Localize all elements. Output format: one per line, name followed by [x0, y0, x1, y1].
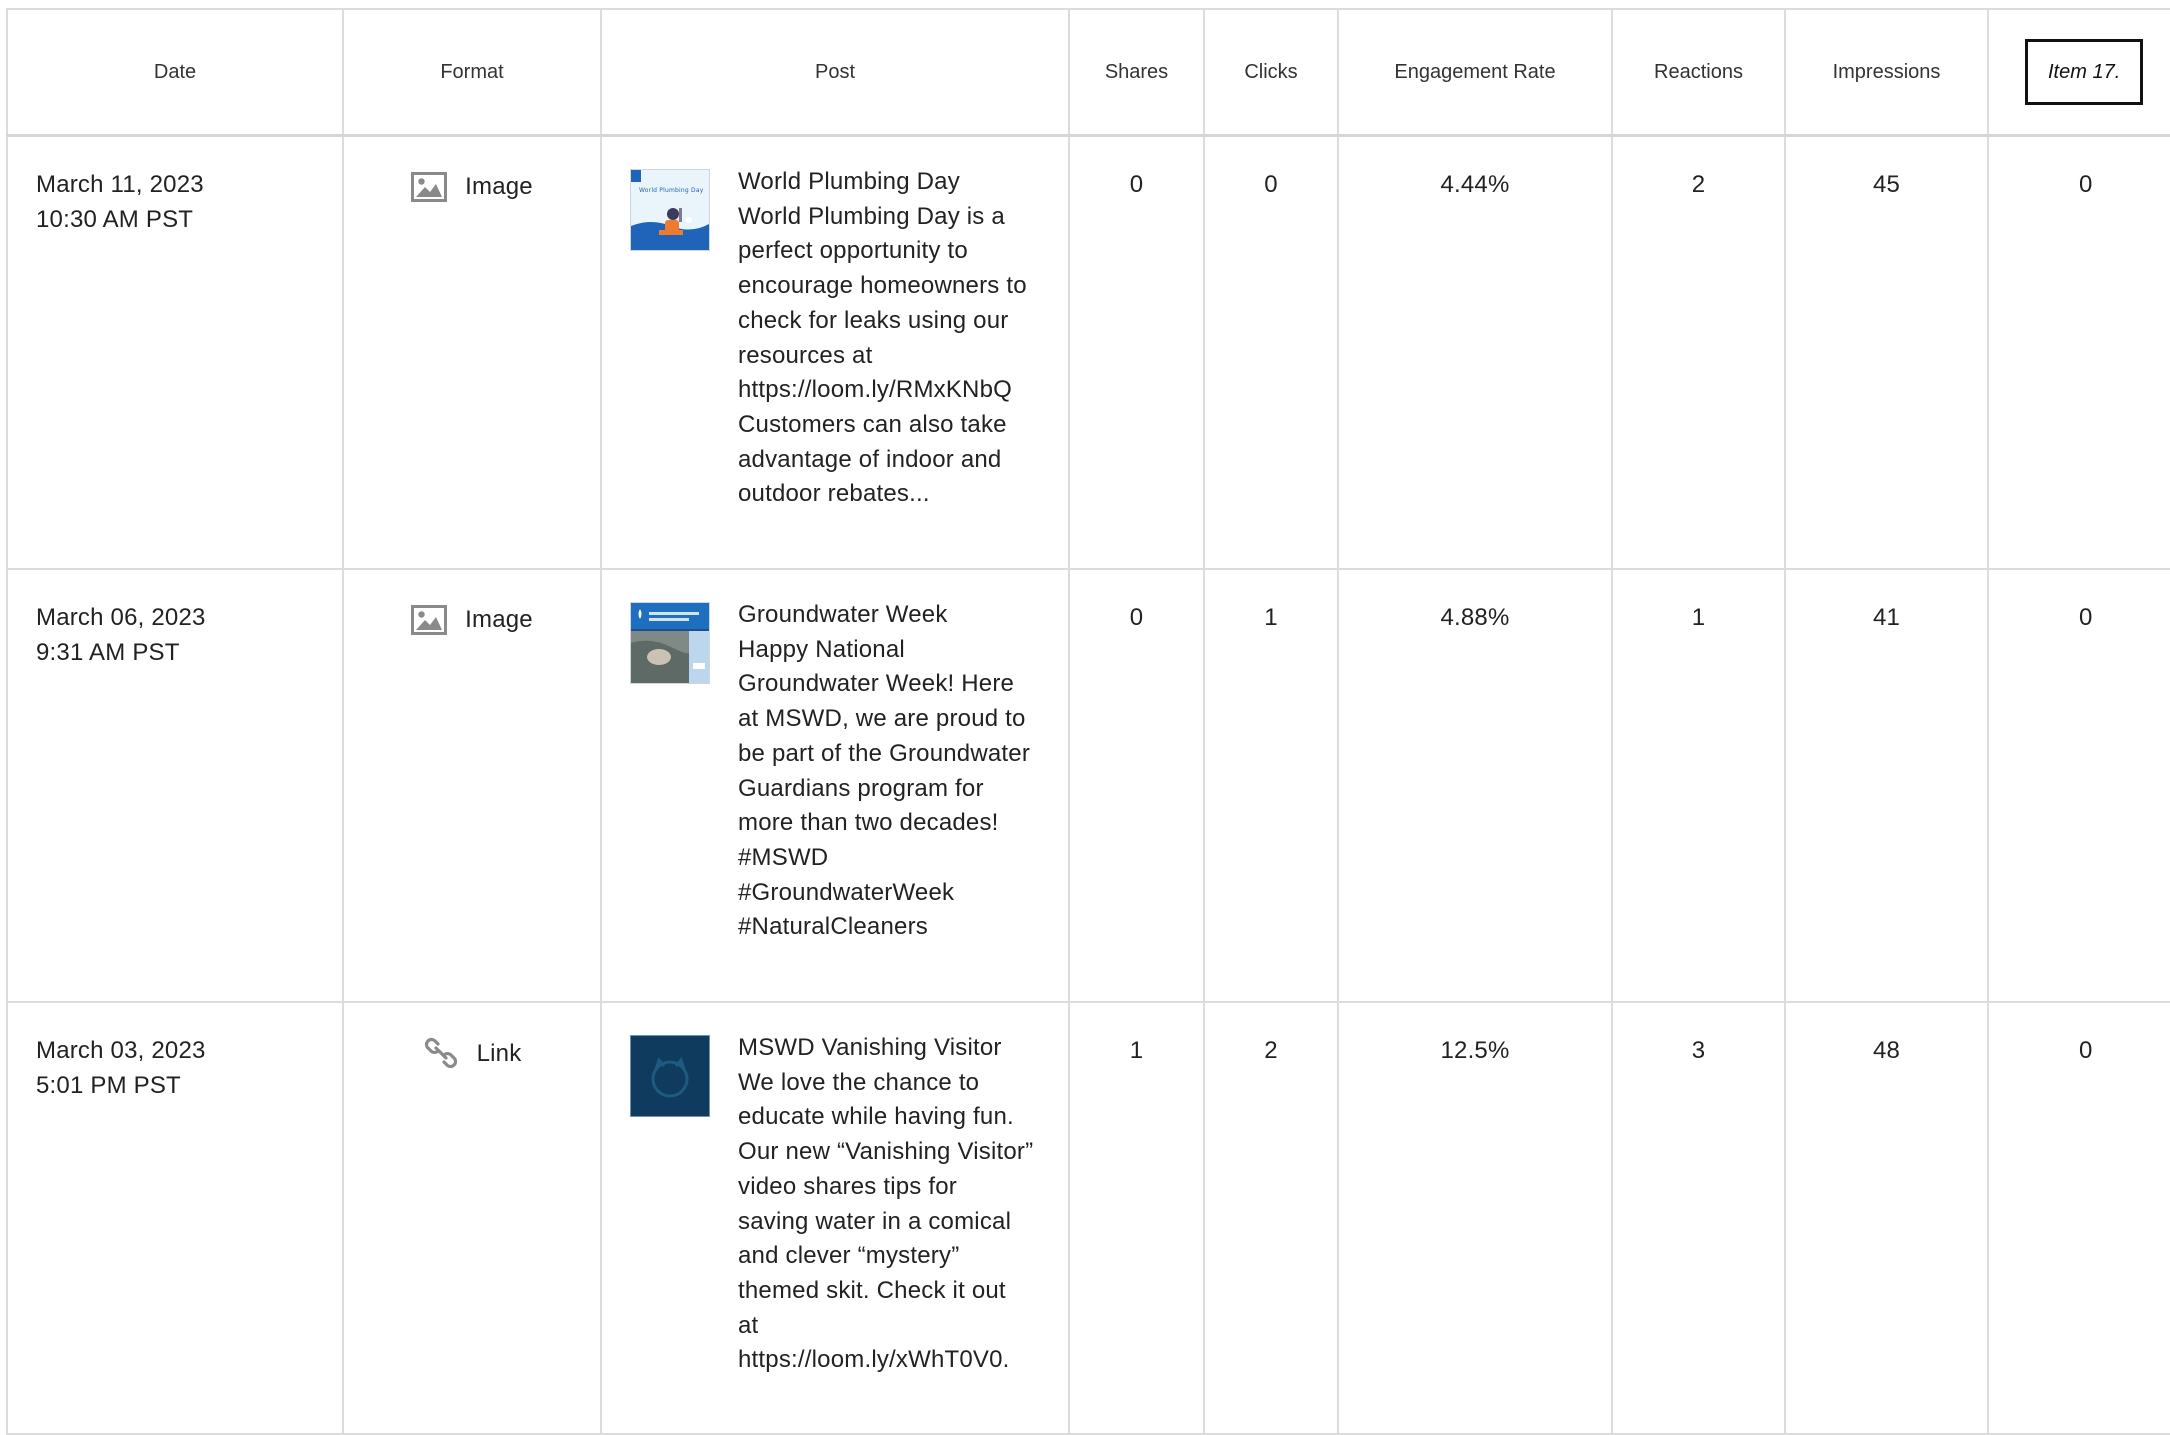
- shares-value: 0: [1068, 134, 1205, 570]
- post-line: Groundwater Week! Here: [738, 670, 1015, 698]
- post-text[interactable]: MSWD Vanishing Visitor We love the chanc…: [738, 1031, 1038, 1378]
- shares-value: 1: [1068, 1001, 1205, 1435]
- column-header-item[interactable]: Item 17.: [1987, 8, 2170, 137]
- format-cell: Link: [342, 1001, 602, 1435]
- table-row[interactable]: March 06, 2023 9:31 AM PST Image Groundw…: [6, 568, 2170, 1003]
- post-title: Groundwater Week: [738, 601, 948, 628]
- column-header-clicks[interactable]: Clicks: [1203, 8, 1339, 137]
- post-line: We love the chance to: [738, 1068, 980, 1096]
- post-line: Happy National: [738, 635, 905, 663]
- post-cell: MSWD Vanishing Visitor We love the chanc…: [600, 1001, 1070, 1435]
- table-row[interactable]: March 03, 2023 5:01 PM PST Link MSWD Van…: [6, 1001, 2170, 1435]
- reactions-value: 1: [1611, 568, 1786, 1003]
- post-line: Our new “Vanishing Visitor”: [738, 1138, 1034, 1166]
- post-link[interactable]: https://loom.ly/RMxKNbQ: [738, 373, 1038, 408]
- format-cell: Image: [342, 134, 602, 570]
- post-title: MSWD Vanishing Visitor: [738, 1034, 1002, 1061]
- post-hashtag[interactable]: #MSWD: [738, 841, 1038, 876]
- post-date: March 06, 2023: [36, 604, 206, 631]
- column-header-shares[interactable]: Shares: [1068, 8, 1205, 137]
- item-value: 0: [1987, 1001, 2170, 1435]
- post-text[interactable]: World Plumbing Day World Plumbing Day is…: [738, 165, 1038, 512]
- table-header: Date Format Post Shares Clicks Engagemen…: [6, 8, 2170, 137]
- column-header-post[interactable]: Post: [600, 8, 1070, 137]
- clicks-value: 0: [1203, 134, 1339, 570]
- image-icon: [411, 171, 448, 202]
- item-label-box: Item 17.: [2025, 39, 2144, 105]
- post-date: March 03, 2023: [36, 1037, 206, 1064]
- format-label: Image: [465, 606, 533, 633]
- post-thumbnail[interactable]: World Plumbing Day: [630, 169, 710, 251]
- post-thumbnail[interactable]: [630, 1035, 710, 1117]
- post-line: be part of the Groundwater: [738, 739, 1031, 767]
- post-line: more than two decades!: [738, 809, 999, 837]
- reactions-value: 2: [1611, 134, 1786, 570]
- post-line: advantage of indoor and: [738, 445, 1002, 473]
- format-cell: Image: [342, 568, 602, 1003]
- post-line: educate while having fun.: [738, 1103, 1014, 1131]
- impressions-value: 45: [1784, 134, 1989, 570]
- post-title: World Plumbing Day: [738, 168, 960, 195]
- engagement-rate-value: 12.5%: [1337, 1001, 1613, 1435]
- table-row[interactable]: March 11, 2023 10:30 AM PST Image World …: [6, 134, 2170, 570]
- post-hashtag[interactable]: #NaturalCleaners: [738, 910, 1038, 945]
- shares-value: 0: [1068, 568, 1205, 1003]
- post-line: resources at: [738, 341, 873, 369]
- link-icon: [423, 1035, 459, 1071]
- post-text[interactable]: Groundwater Week Happy National Groundwa…: [738, 598, 1038, 945]
- post-line: themed skit. Check it out: [738, 1276, 1006, 1304]
- post-time: 10:30 AM PST: [36, 206, 194, 233]
- post-line: World Plumbing Day is a: [738, 202, 1005, 230]
- format-label: Link: [476, 1039, 522, 1067]
- post-date: March 11, 2023: [36, 171, 204, 198]
- impressions-value: 41: [1784, 568, 1989, 1003]
- post-time: 9:31 AM PST: [36, 639, 180, 666]
- post-hashtag[interactable]: #GroundwaterWeek: [738, 876, 1038, 911]
- post-line: video shares tips for: [738, 1172, 957, 1200]
- column-header-impressions[interactable]: Impressions: [1784, 8, 1989, 137]
- clicks-value: 1: [1203, 568, 1339, 1003]
- date-cell: March 11, 2023 10:30 AM PST: [6, 134, 344, 570]
- post-time: 5:01 PM PST: [36, 1072, 181, 1099]
- post-thumbnail[interactable]: [630, 602, 710, 684]
- column-header-format[interactable]: Format: [342, 8, 602, 137]
- item-value: 0: [1987, 568, 2170, 1003]
- post-line: perfect opportunity to: [738, 237, 968, 265]
- post-line: outdoor rebates...: [738, 480, 930, 508]
- post-line: Customers can also take: [738, 410, 1007, 438]
- post-cell: World Plumbing Day World Plumbing Day Wo…: [600, 134, 1070, 570]
- column-header-date[interactable]: Date: [6, 8, 344, 137]
- column-header-reactions[interactable]: Reactions: [1611, 8, 1786, 137]
- engagement-rate-value: 4.88%: [1337, 568, 1613, 1003]
- post-line: at MSWD, we are proud to: [738, 705, 1026, 733]
- post-line: saving water in a comical: [738, 1207, 1012, 1235]
- item-value: 0: [1987, 134, 2170, 570]
- date-cell: March 06, 2023 9:31 AM PST: [6, 568, 344, 1003]
- format-label: Image: [465, 173, 533, 200]
- image-icon: [411, 604, 448, 635]
- post-line: at: [738, 1311, 759, 1339]
- post-line: Guardians program for: [738, 774, 984, 802]
- post-line: encourage homeowners to: [738, 272, 1027, 300]
- engagement-rate-value: 4.44%: [1337, 134, 1613, 570]
- post-cell: Groundwater Week Happy National Groundwa…: [600, 568, 1070, 1003]
- reactions-value: 3: [1611, 1001, 1786, 1435]
- clicks-value: 2: [1203, 1001, 1339, 1435]
- date-cell: March 03, 2023 5:01 PM PST: [6, 1001, 344, 1435]
- impressions-value: 48: [1784, 1001, 1989, 1435]
- post-link[interactable]: https://loom.ly/xWhT0V0.: [738, 1343, 1038, 1378]
- post-line: and clever “mystery”: [738, 1242, 960, 1270]
- post-line: check for leaks using our: [738, 306, 1009, 334]
- post-performance-table: Date Format Post Shares Clicks Engagemen…: [6, 8, 2170, 1435]
- svg-text:World Plumbing Day: World Plumbing Day: [639, 187, 704, 194]
- column-header-engagement-rate[interactable]: Engagement Rate: [1337, 8, 1613, 137]
